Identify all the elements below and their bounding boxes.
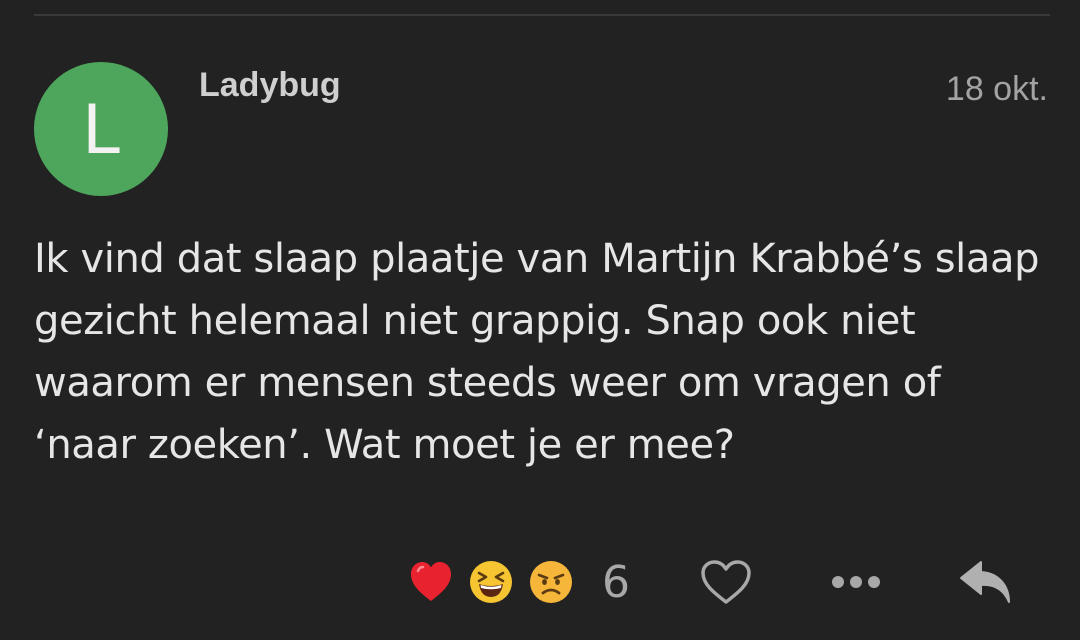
more-dots-icon[interactable] [826,552,886,612]
avatar[interactable]: L [34,62,168,196]
laughing-emoji-icon [468,559,514,605]
post-date: 18 okt. [945,70,1048,108]
angry-emoji-icon [528,559,574,605]
heart-emoji-icon [408,559,454,605]
reactions-summary[interactable]: 6 [408,552,630,612]
heart-outline-icon[interactable] [696,552,756,612]
action-bar: 6 [0,552,1080,612]
avatar-letter: L [82,91,120,170]
reaction-count: 6 [602,556,630,608]
comment-card: L Ladybug 18 okt. Ik vind dat slaap plaa… [0,0,1080,640]
reply-arrow-icon[interactable] [954,552,1016,612]
comment-text: Ik vind dat slaap plaatje van Martijn Kr… [34,236,1040,468]
author-name[interactable]: Ladybug [199,66,341,105]
